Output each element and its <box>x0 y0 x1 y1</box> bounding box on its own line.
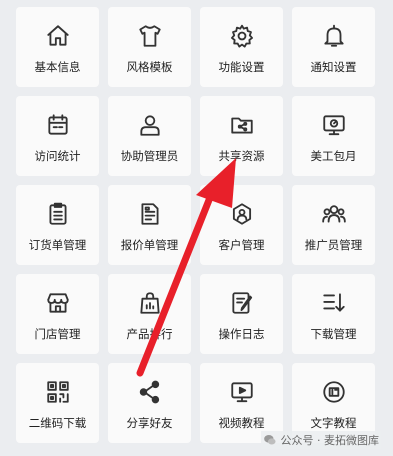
tile-label: 推广员管理 <box>304 238 363 252</box>
monitor-icon <box>320 111 348 139</box>
gear-icon <box>228 22 256 50</box>
watermark-text: 公众号 · 麦拓微图库 <box>280 434 380 447</box>
tile-label: 访问统计 <box>34 149 81 163</box>
tile-notification-settings[interactable]: 通知设置 <box>292 7 375 87</box>
tile-label: 订货单管理 <box>28 238 87 252</box>
tile-qrcode-download[interactable]: 二维码下载 <box>16 363 99 443</box>
tile-quote-management[interactable]: 报价单管理 <box>108 185 191 265</box>
bag-icon <box>136 289 164 317</box>
tile-promoter-management[interactable]: 推广员管理 <box>292 185 375 265</box>
tile-share-friends[interactable]: 分享好友 <box>108 363 191 443</box>
tile-label: 通知设置 <box>310 60 357 74</box>
tile-label: 风格模板 <box>126 60 173 74</box>
tile-design-monthly[interactable]: 美工包月 <box>292 96 375 176</box>
tile-label: 操作日志 <box>218 327 265 341</box>
tile-product-ranking[interactable]: 产品排行 <box>108 274 191 354</box>
tile-operation-log[interactable]: 操作日志 <box>200 274 283 354</box>
wechat-icon <box>263 435 276 445</box>
tile-style-template[interactable]: 风格模板 <box>108 7 191 87</box>
share-folder-icon <box>228 111 256 139</box>
tile-assistant-admin[interactable]: 协助管理员 <box>108 96 191 176</box>
shirt-icon <box>136 22 164 50</box>
tile-label: 美工包月 <box>310 149 357 163</box>
tile-order-management[interactable]: 订货单管理 <box>16 185 99 265</box>
tile-shared-resources[interactable]: 共享资源 <box>200 96 283 176</box>
list-icon <box>44 200 72 228</box>
menu-grid: 基本信息 风格模板 功能设置 通知设置 访问统计 协助管理员 共享资源 美工包月… <box>16 7 375 443</box>
tile-customer-management[interactable]: 客户管理 <box>200 185 283 265</box>
notebook-icon <box>228 289 256 317</box>
share-icon <box>136 378 164 406</box>
tile-label: 协助管理员 <box>120 149 179 163</box>
tile-label: 视频教程 <box>218 416 265 430</box>
customer-icon <box>228 200 256 228</box>
tile-label: 产品排行 <box>126 327 173 341</box>
tile-label: 共享资源 <box>218 149 265 163</box>
tile-label: 功能设置 <box>218 60 265 74</box>
home-icon <box>44 22 72 50</box>
tile-label: 报价单管理 <box>120 238 179 252</box>
watermark: 公众号 · 麦拓微图库 <box>260 431 381 449</box>
tile-feature-settings[interactable]: 功能设置 <box>200 7 283 87</box>
download-list-icon <box>320 289 348 317</box>
video-icon <box>228 378 256 406</box>
tile-label: 基本信息 <box>34 60 81 74</box>
qrcode-icon <box>44 378 72 406</box>
document-icon <box>136 200 164 228</box>
tile-label: 文字教程 <box>310 416 357 430</box>
tile-store-management[interactable]: 门店管理 <box>16 274 99 354</box>
tile-label: 下载管理 <box>310 327 357 341</box>
group-icon <box>320 200 348 228</box>
store-icon <box>44 289 72 317</box>
user-icon <box>136 111 164 139</box>
tile-label: 分享好友 <box>126 416 173 430</box>
calendar-icon <box>44 111 72 139</box>
tile-download-management[interactable]: 下载管理 <box>292 274 375 354</box>
tile-label: 二维码下载 <box>28 416 87 430</box>
tile-basic-info[interactable]: 基本信息 <box>16 7 99 87</box>
bell-icon <box>320 22 348 50</box>
tile-label: 客户管理 <box>218 238 265 252</box>
text-icon <box>320 378 348 406</box>
tile-label: 门店管理 <box>34 327 81 341</box>
tile-visit-stats[interactable]: 访问统计 <box>16 96 99 176</box>
